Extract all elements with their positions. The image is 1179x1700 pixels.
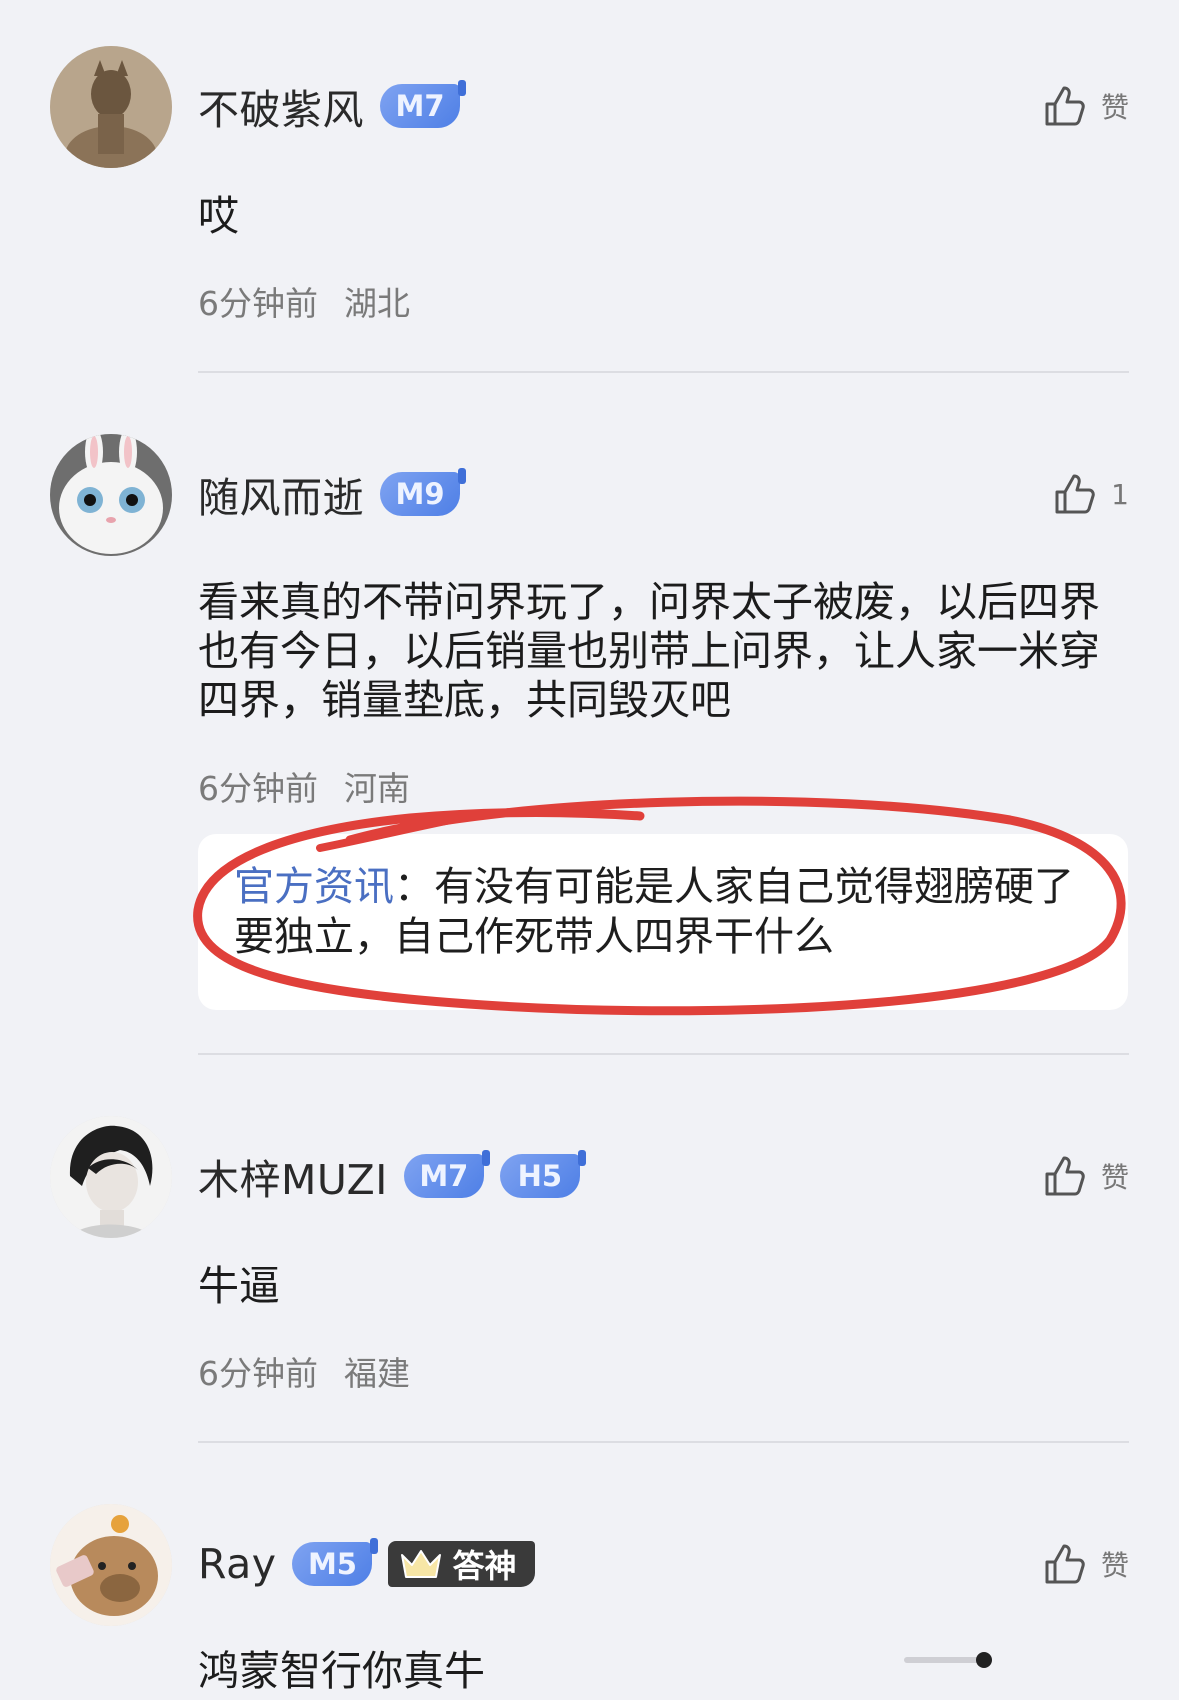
- thumbs-up-icon: [1055, 474, 1095, 514]
- username[interactable]: Ray: [198, 1540, 276, 1588]
- like-button[interactable]: 赞: [1041, 1536, 1129, 1592]
- like-button[interactable]: 赞: [1041, 1148, 1129, 1204]
- like-label: 赞: [1100, 1161, 1129, 1194]
- username[interactable]: 随风而逝: [198, 464, 364, 524]
- timestamp: 6分钟前: [198, 284, 318, 323]
- comment-text: 牛逼: [198, 1262, 280, 1310]
- like-count: 1: [1111, 477, 1129, 511]
- timestamp: 6分钟前: [198, 1354, 318, 1393]
- avatar[interactable]: [50, 434, 172, 556]
- like-label: 赞: [1100, 91, 1129, 124]
- avatar[interactable]: [50, 1116, 172, 1238]
- timestamp: 6分钟前: [198, 769, 318, 808]
- level-badge: M9: [380, 468, 466, 516]
- reply-preview[interactable]: 官方资讯：有没有可能是人家自己觉得翅膀硬了要独立，自己作死带人四界干什么: [198, 834, 1128, 1010]
- divider: [198, 371, 1129, 373]
- username[interactable]: 木梓MUZI: [198, 1146, 388, 1206]
- thumbs-up-icon: [1045, 1544, 1085, 1584]
- comment-list: 不破紫风 M7 赞 哎 6分钟前 湖北 随风而逝 M9 1 看来真的不带问界玩了…: [0, 0, 1179, 1700]
- thumbs-up-icon: [1045, 1156, 1085, 1196]
- thumbs-up-icon: [1045, 86, 1085, 126]
- avatar[interactable]: [50, 1504, 172, 1626]
- comment-text: 看来真的不带问界玩了，问界太子被废，以后四界也有今日，以后销量也别带上问界，让人…: [198, 578, 1100, 724]
- location: 河南: [344, 769, 410, 808]
- level-badge: M5: [292, 1538, 379, 1586]
- username[interactable]: 不破紫风: [198, 76, 364, 136]
- like-button[interactable]: 赞: [1041, 78, 1129, 134]
- crown-icon: [401, 1550, 442, 1578]
- comment-meta: 6分钟前 湖北: [198, 277, 410, 325]
- reply-author[interactable]: 官方资讯: [234, 864, 394, 910]
- level-badge: H5: [499, 1150, 586, 1198]
- divider: [198, 1053, 1129, 1055]
- answer-god-badge: 答神: [388, 1541, 535, 1587]
- location: 福建: [344, 1354, 410, 1393]
- like-label: 赞: [1100, 1549, 1129, 1582]
- avatar[interactable]: [50, 46, 172, 168]
- level-badge: M7: [403, 1150, 490, 1198]
- answer-god-label: 答神: [452, 1547, 517, 1585]
- comment-meta: 6分钟前 河南: [198, 762, 410, 810]
- scroll-thumb[interactable]: [976, 1652, 992, 1668]
- comment-meta: 6分钟前 福建: [198, 1347, 410, 1395]
- level-badge: M7: [380, 80, 466, 128]
- divider: [198, 1441, 1129, 1443]
- like-button[interactable]: 1: [1051, 466, 1129, 522]
- location: 湖北: [344, 284, 410, 323]
- comment-text: 哎: [198, 192, 239, 240]
- reply-separator: ：: [394, 864, 434, 910]
